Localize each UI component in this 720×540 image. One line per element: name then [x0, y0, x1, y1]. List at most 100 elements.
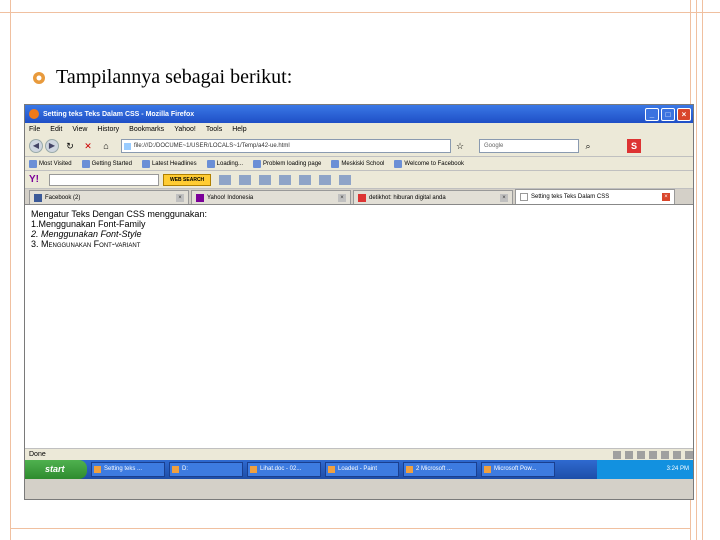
close-button[interactable]: × — [677, 107, 691, 121]
bookmark-label: Getting Started — [91, 160, 132, 167]
tab-label: detikhot: hiburan digital anda — [369, 194, 446, 201]
tab-close-icon[interactable]: × — [662, 193, 670, 201]
menu-edit[interactable]: Edit — [50, 126, 62, 133]
bookmark-item[interactable]: Problem loading page — [253, 159, 322, 168]
tab-facebook[interactable]: Facebook (2) × — [29, 190, 189, 204]
home-icon[interactable]: ⌂ — [100, 140, 112, 152]
bookmark-item[interactable]: Most Visited — [29, 159, 72, 168]
reload-icon[interactable]: ↻ — [64, 140, 76, 152]
tab-label: Facebook (2) — [45, 194, 81, 201]
tab-bar: Facebook (2) × Yahoo! Indonesia × detikhot… — [25, 189, 693, 205]
bookmark-label: Welcome to Facebook — [404, 160, 464, 167]
menu-history[interactable]: History — [97, 126, 119, 133]
bookmark-icon — [206, 159, 215, 168]
forward-arrow-icon[interactable]: ▶ — [45, 138, 59, 153]
tab-detikhot[interactable]: detikhot: hiburan digital anda × — [353, 190, 513, 204]
facebook-icon — [34, 193, 42, 202]
flickr-icon[interactable] — [279, 174, 292, 185]
bookmark-label: Meskiski School — [341, 160, 385, 167]
menu-tools[interactable]: Tools — [206, 126, 222, 133]
yahoo-toolbar: Y! WEB SEARCH — [25, 171, 693, 189]
detik-icon — [358, 193, 366, 202]
status-bar: Done — [25, 448, 693, 460]
tab-close-icon[interactable]: × — [338, 194, 346, 202]
start-button[interactable]: start — [25, 460, 87, 479]
pencil-icon[interactable] — [219, 174, 232, 185]
search-icon[interactable]: ⌕ — [582, 140, 594, 152]
bookmarks-toolbar: Most Visited Getting Started Latest Head… — [25, 157, 693, 171]
s-addon-icon[interactable]: S — [627, 138, 641, 153]
page-content: Mengatur Teks Dengan CSS menggunakan: 1.… — [25, 205, 693, 448]
content-line: Mengatur Teks Dengan CSS menggunakan: — [31, 209, 207, 219]
taskbar-item[interactable]: Microsoft Pow... — [481, 462, 555, 477]
taskbar-item[interactable]: Loaded - Paint — [325, 462, 399, 477]
page-icon — [520, 193, 528, 201]
bookmark-item[interactable]: Getting Started — [81, 159, 132, 168]
browser-window: Setting teks Teks Dalam CSS - Mozilla Fi… — [24, 104, 694, 500]
music-icon[interactable] — [299, 174, 312, 185]
tool-icon[interactable] — [339, 174, 352, 185]
slide-bullet-text: Tampilannya sebagai berikut: — [56, 66, 293, 88]
menu-file[interactable]: File — [29, 126, 40, 133]
status-icon[interactable] — [625, 450, 633, 459]
slide-border-right — [696, 0, 697, 540]
content-line: 3. Menggunakan Font-variant — [31, 239, 141, 249]
menu-yahoo[interactable]: Yahoo! — [174, 126, 196, 133]
bookmark-label: Loading... — [216, 160, 243, 167]
search-input[interactable]: Google — [479, 138, 579, 153]
taskbar-item[interactable]: Lihat.doc - 02... — [247, 462, 321, 477]
status-icon[interactable] — [613, 450, 621, 459]
bookmark-item[interactable]: Loading... — [206, 159, 243, 168]
back-arrow-icon[interactable]: ◀ — [29, 138, 43, 153]
mail-icon[interactable] — [239, 174, 252, 185]
yahoo-logo[interactable]: Y! — [29, 174, 39, 185]
status-icon[interactable] — [685, 450, 693, 459]
web-search-button[interactable]: WEB SEARCH — [163, 173, 212, 186]
rss-icon — [141, 159, 150, 168]
slide-border-bottom — [10, 528, 690, 529]
status-icon[interactable] — [649, 450, 657, 459]
tab-close-icon[interactable]: × — [176, 194, 184, 202]
status-icon[interactable] — [637, 450, 645, 459]
menu-view[interactable]: View — [72, 126, 87, 133]
menu-bookmarks[interactable]: Bookmarks — [129, 126, 164, 133]
system-tray-clock[interactable]: 3:24 PM — [597, 460, 693, 479]
menu-help[interactable]: Help — [232, 126, 246, 133]
slide-border-left — [10, 0, 11, 540]
bookmark-item[interactable]: Latest Headlines — [141, 159, 197, 168]
bookmark-icon — [29, 159, 37, 168]
windows-taskbar: start Setting teks ... D: Lihat.doc - 02… — [25, 460, 693, 479]
facebook-icon — [394, 159, 403, 168]
firefox-icon — [29, 109, 39, 119]
tool-icon[interactable] — [319, 174, 332, 185]
content-line: 2. Menggunakan Font-Style — [31, 229, 142, 239]
tab-setting-teks[interactable]: Setting teks Teks Dalam CSS × — [515, 189, 675, 204]
tab-label: Setting teks Teks Dalam CSS — [531, 194, 610, 200]
bookmark-star-icon[interactable]: ☆ — [454, 140, 466, 152]
taskbar-item[interactable]: Setting teks ... — [91, 462, 165, 477]
stop-icon[interactable]: ✕ — [82, 140, 94, 152]
flower-bullet-icon — [33, 71, 45, 84]
taskbar-item[interactable]: 2 Microsoft ... — [403, 462, 477, 477]
bookmark-item[interactable]: Welcome to Facebook — [394, 159, 464, 168]
slide-border-top — [0, 12, 720, 13]
status-text: Done — [29, 451, 46, 458]
tab-close-icon[interactable]: × — [500, 194, 508, 202]
status-icon[interactable] — [661, 450, 669, 459]
yahoo-search-input[interactable] — [49, 173, 159, 186]
url-input[interactable]: file:///D:/DOCUME~1/USER/LOCALS~1/Temp/a… — [121, 138, 451, 153]
content-line: 1.Menggunakan Font-Family — [31, 219, 146, 229]
tab-yahoo[interactable]: Yahoo! Indonesia × — [191, 190, 351, 204]
bookmark-label: Latest Headlines — [151, 160, 197, 167]
menu-bar: File Edit View History Bookmarks Yahoo! … — [25, 123, 693, 135]
minimize-button[interactable]: _ — [645, 107, 659, 121]
navigation-bar: ◀ ▶ ↻ ✕ ⌂ file:///D:/DOCUME~1/USER/LOCAL… — [25, 135, 693, 157]
bookmark-label: Problem loading page — [263, 160, 322, 167]
window-titlebar: Setting teks Teks Dalam CSS - Mozilla Fi… — [25, 105, 693, 123]
bookmark-item[interactable]: Meskiski School — [331, 159, 385, 168]
weather-icon[interactable] — [259, 174, 272, 185]
status-icon[interactable] — [673, 450, 681, 459]
slide-border-right — [702, 0, 703, 540]
maximize-button[interactable]: □ — [661, 107, 675, 121]
taskbar-item[interactable]: D: — [169, 462, 243, 477]
